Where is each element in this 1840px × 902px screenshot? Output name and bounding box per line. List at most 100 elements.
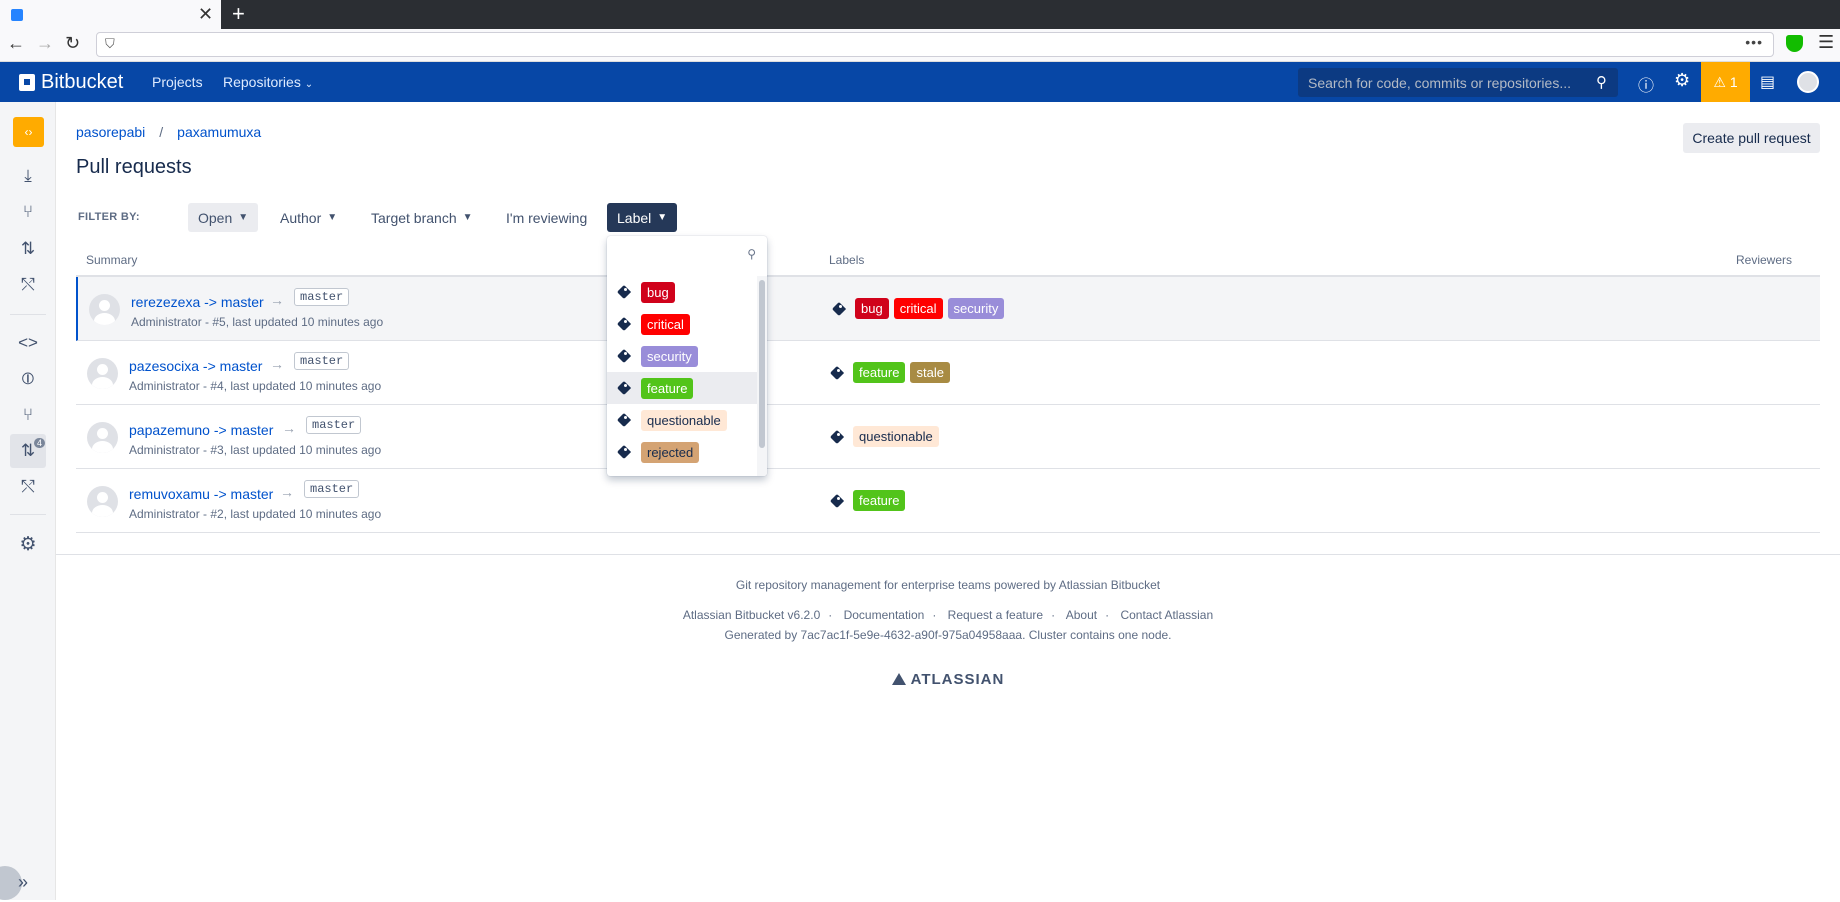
tag-icon [830,430,844,444]
page-actions-icon[interactable]: ••• [1745,34,1763,50]
hamburger-menu-icon[interactable]: ☰ [1818,32,1834,53]
nav-repositories-label: Repositories [223,74,301,90]
pull-request-title[interactable]: papazemuno -> master [129,422,273,438]
label-bug: bug [641,281,675,303]
reload-icon[interactable]: ↻ [65,33,80,54]
label-option-feature[interactable]: feature [607,372,759,404]
label-filter[interactable]: Label ▼ [607,203,678,232]
reviewing-filter[interactable]: I'm reviewing [496,203,597,232]
breadcrumb-repo[interactable]: paxamumuxa [177,124,261,140]
inbox-icon[interactable]: ▤ [1760,72,1775,92]
pull-request-title[interactable]: remuvoxamu -> master [129,486,273,502]
clone-icon[interactable]: ⤓ [17,166,39,186]
chevron-down-icon: ▼ [462,212,473,223]
sidebar-divider [10,314,46,315]
tag-icon [830,494,844,508]
label-option-rejected[interactable]: rejected [607,436,759,468]
column-header-reviewers: Reviewers [1736,253,1793,267]
fork-icon[interactable]: ⤲ [17,275,39,295]
branches-icon[interactable]: ⑂ [17,405,39,425]
pull-request-meta: Administrator - #4, last updated 10 minu… [129,379,382,393]
arrow-right-icon: → [280,484,294,500]
chevron-down-icon: ▼ [657,212,668,223]
create-pull-request-button[interactable]: Create pull request [1683,123,1820,153]
double-chevron-right-icon: » [18,872,29,892]
repository-avatar-icon[interactable]: ‹› [13,117,44,147]
breadcrumb-project[interactable]: pasorepabi [76,124,145,140]
table-row[interactable]: pazesocixa -> master → master Administra… [76,341,1820,405]
search-input[interactable] [1298,68,1578,97]
state-filter-label: Open [198,209,233,226]
footer-link-about[interactable]: About [1066,608,1097,622]
table-row[interactable]: papazemuno -> master → master Administra… [76,405,1820,469]
product-name: Bitbucket [41,71,124,93]
state-filter[interactable]: Open ▼ [188,203,259,232]
url-bar[interactable]: ⛉ ••• [96,32,1774,57]
pull-request-title[interactable]: pazesocixa -> master [129,358,262,374]
footer-generated: Generated by 7ac7ac1f-5e9e-4632-a90f-975… [724,628,1172,642]
browser-tab[interactable]: ✕ [0,0,221,29]
footer-link-documentation[interactable]: Documentation [844,608,925,622]
bitbucket-logo[interactable]: Bitbucket [19,71,123,94]
tag-icon [617,285,631,299]
arrow-right-icon: → [282,420,296,436]
dropdown-scrollbar-thumb[interactable] [759,280,765,448]
help-icon[interactable]: ⓘ [1638,72,1654,96]
new-tab-button[interactable]: + [232,1,245,27]
close-tab-icon[interactable]: ✕ [198,4,213,25]
label-feature: feature [853,362,906,383]
footer-link-request-feature[interactable]: Request a feature [948,608,1043,622]
label-partial [641,475,681,476]
pull-request-title[interactable]: rerezezexa -> master [131,294,264,310]
chevron-down-icon: ▼ [238,212,249,223]
create-pull-request-icon[interactable]: ⇅ [17,239,39,259]
nav-repositories[interactable]: Repositories ⌄ [223,74,313,90]
pull-request-meta: Administrator - #3, last updated 10 minu… [129,443,382,457]
label-option-bug[interactable]: bug [607,276,759,308]
commits-icon[interactable]: ⦶ [17,369,39,389]
target-branch-badge: master [304,480,360,498]
nav-projects[interactable]: Projects [152,74,203,90]
table-row[interactable]: remuvoxamu -> master → master Administra… [76,469,1820,533]
table-row[interactable]: rerezezexa -> master → master Administra… [76,277,1820,341]
expand-sidebar-button[interactable]: » [0,866,36,902]
repository-settings-icon[interactable]: ⚙ [17,535,39,555]
pull-request-labels: bug critical security [832,298,1005,319]
label-option-partial[interactable] [607,468,759,476]
target-branch-filter-label: Target branch [371,209,457,226]
label-search-field[interactable]: ⚲ [611,240,763,270]
label-option-critical[interactable]: critical [607,308,759,340]
author-avatar [87,422,118,453]
warning-count: 1 [1729,74,1738,90]
pull-request-labels: feature [830,490,906,511]
forks-icon[interactable]: ⤲ [17,477,39,497]
label-option-questionable[interactable]: questionable [607,404,759,436]
search-icon[interactable]: ⚲ [1596,73,1607,91]
footer-link-contact[interactable]: Contact Atlassian [1120,608,1213,622]
global-search[interactable]: ⚲ [1298,68,1618,97]
target-branch-filter[interactable]: Target branch ▼ [361,203,483,232]
label-option-security[interactable]: security [607,340,759,372]
tag-icon [617,413,631,427]
gear-icon[interactable]: ⚙ [1674,70,1690,91]
atlassian-logo-icon [891,673,906,685]
browser-nav-bar: ← → ↻ ⛉ ••• ☰ [0,29,1840,62]
atlassian-wordmark: ATLASSIAN [910,671,1005,688]
back-icon[interactable]: ← [7,33,25,54]
author-filter[interactable]: Author ▼ [270,203,347,232]
sidebar: ‹› ⤓ ⑂ ⇅ ⤲ <> ⦶ ⑂ ⇅ 4 ⤲ ⚙ » [0,102,56,900]
label-critical: critical [893,298,943,319]
forward-icon[interactable]: → [36,33,54,54]
bitbucket-favicon-icon [11,9,23,21]
label-search-input[interactable] [612,241,744,269]
pull-request-meta: Administrator - #5, last updated 10 minu… [131,315,384,329]
dropdown-scrollbar[interactable] [757,276,767,476]
label-security: security [947,298,1005,319]
extension-shield-icon[interactable] [1786,35,1803,52]
source-icon[interactable]: <> [17,333,39,353]
atlassian-logo[interactable]: ATLASSIAN [56,671,1840,688]
user-avatar[interactable] [1797,71,1819,93]
tag-icon [832,302,846,316]
create-branch-icon[interactable]: ⑂ [17,202,39,222]
warning-button[interactable]: ⚠ 1 [1701,62,1750,102]
